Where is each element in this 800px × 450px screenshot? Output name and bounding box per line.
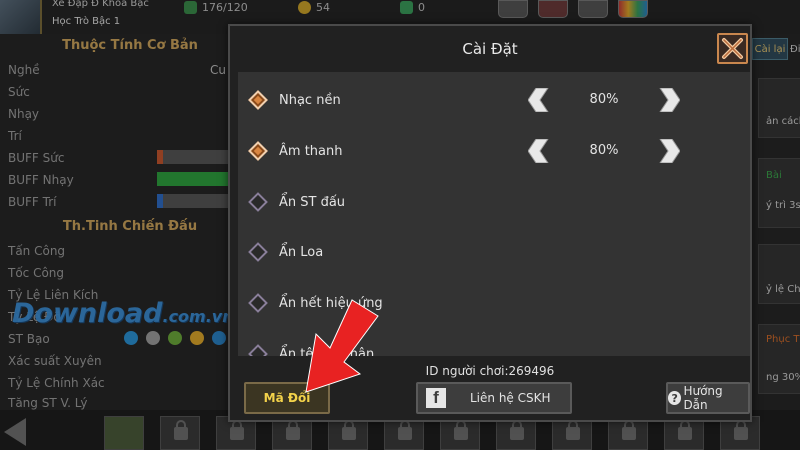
annotation-arrow-icon — [305, 299, 379, 393]
